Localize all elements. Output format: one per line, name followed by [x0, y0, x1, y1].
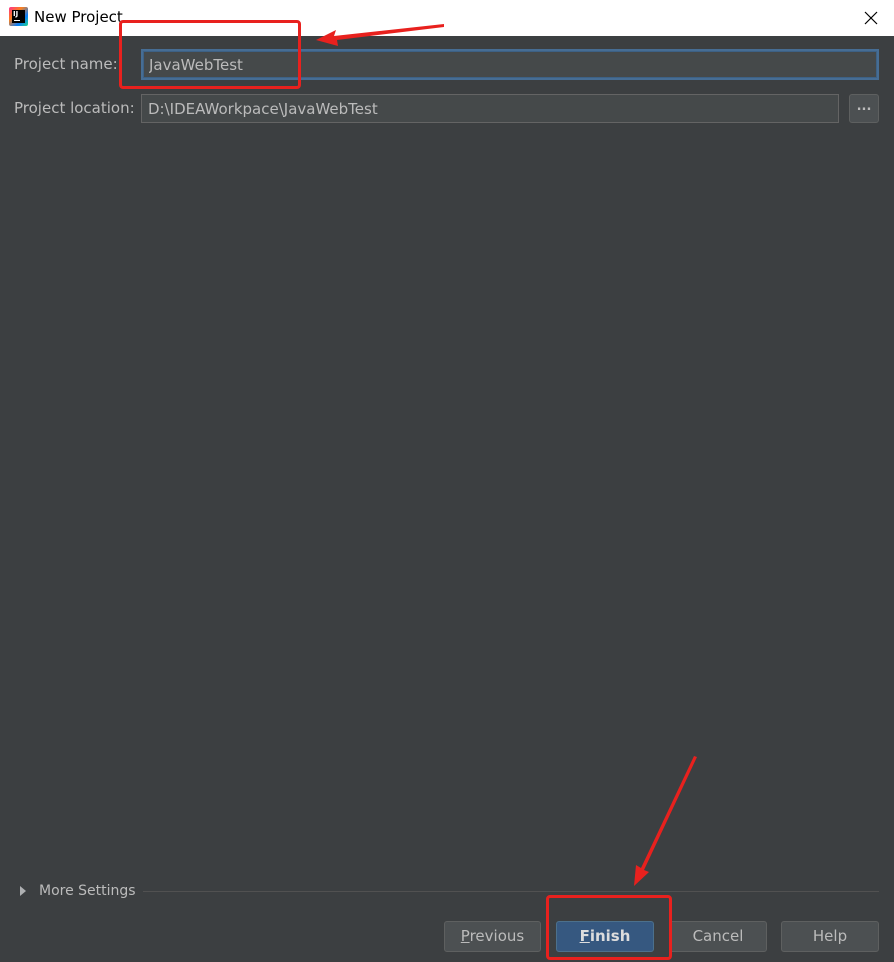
annotation-arrow-bottom	[634, 756, 697, 886]
annotation-arrow-top	[316, 24, 444, 46]
annotation-arrows	[316, 24, 697, 886]
